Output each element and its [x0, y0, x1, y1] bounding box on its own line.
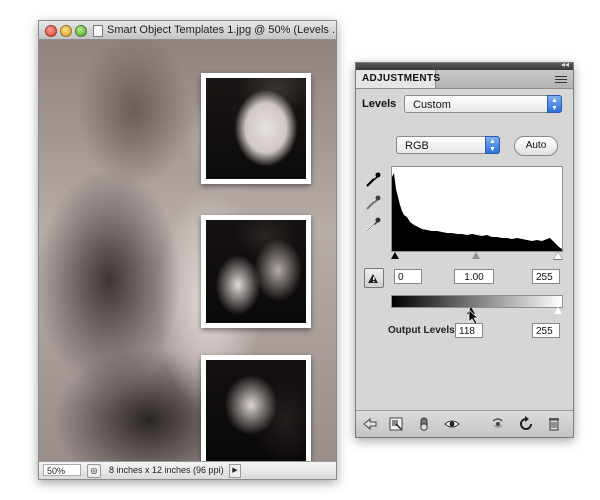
channel-select-value: RGB [405, 140, 429, 152]
collapse-panel-icon[interactable]: ◂◂ [561, 60, 569, 69]
tab-adjustments[interactable]: ADJUSTMENTS [356, 70, 440, 88]
document-statusbar: 50% ◎ 8 inches x 12 inches (96 ppi) ▶ [39, 461, 336, 479]
input-white-slider[interactable] [554, 252, 562, 259]
input-black-slider[interactable] [391, 252, 399, 259]
expanded-view-icon[interactable] [388, 416, 404, 432]
output-gradient-bar [391, 295, 563, 308]
black-point-eyedropper-icon[interactable] [364, 171, 382, 189]
input-black-field[interactable]: 0 [394, 269, 422, 284]
close-window-button[interactable] [45, 25, 57, 37]
reset-icon[interactable] [518, 416, 534, 432]
chevron-up-down-icon: ▲ ▼ [547, 95, 562, 113]
photo-frame-middle[interactable] [201, 215, 311, 328]
zoom-level-field[interactable]: 50% [43, 464, 81, 476]
levels-label: Levels [362, 98, 397, 110]
photo-couple-closeup [206, 220, 306, 323]
preset-select-value: Custom [413, 99, 451, 111]
preset-select[interactable]: Custom ▲ ▼ [404, 95, 562, 113]
output-white-slider[interactable] [554, 307, 562, 314]
zoom-window-button[interactable] [75, 25, 87, 37]
status-info-button[interactable]: ◎ [87, 464, 101, 478]
photo-frame-bottom[interactable] [201, 355, 311, 461]
panel-top-strip[interactable]: ◂◂ [356, 60, 573, 70]
adjustments-panel: ◂◂ ADJUSTMENTS Levels Custom ▲ ▼ RGB ▲ ▼ A… [355, 60, 574, 438]
input-gamma-slider[interactable] [472, 252, 480, 259]
photo-hands [206, 360, 306, 461]
histogram [391, 166, 563, 252]
output-white-field[interactable]: 255 [532, 323, 560, 338]
clipping-warning-icon[interactable] [364, 268, 384, 288]
input-gamma-field[interactable]: 1.00 [454, 269, 494, 284]
input-white-field[interactable]: 255 [532, 269, 560, 284]
document-info-text: 8 inches x 12 inches (96 ppi) [109, 465, 224, 475]
eye-icon[interactable] [444, 416, 460, 432]
photo-bride-profile [206, 78, 306, 179]
clip-to-layer-icon[interactable] [416, 416, 432, 432]
document-title: Smart Object Templates 1.jpg @ 50% (Leve… [107, 24, 336, 36]
back-arrow-icon[interactable] [362, 416, 378, 432]
status-menu-arrow-icon[interactable]: ▶ [229, 464, 241, 478]
output-black-field[interactable]: 118 [455, 323, 483, 338]
white-point-eyedropper-icon[interactable] [364, 216, 382, 234]
document-window[interactable]: Smart Object Templates 1.jpg @ 50% (Leve… [38, 20, 337, 480]
minimize-window-button[interactable] [60, 25, 72, 37]
output-levels-label: Output Levels: [388, 325, 459, 336]
panel-tabbar: ADJUSTMENTS [356, 70, 573, 89]
document-icon [93, 25, 103, 37]
chevron-up-down-icon: ▲ ▼ [485, 136, 500, 154]
document-titlebar[interactable]: Smart Object Templates 1.jpg @ 50% (Leve… [39, 21, 336, 40]
gray-point-eyedropper-icon[interactable] [364, 194, 382, 212]
panel-bottom-toolbar [356, 410, 573, 437]
trash-icon[interactable] [546, 416, 562, 432]
histogram-graph [392, 173, 562, 251]
channel-select[interactable]: RGB ▲ ▼ [396, 136, 500, 154]
document-canvas[interactable] [39, 40, 336, 461]
auto-button[interactable]: Auto [514, 136, 558, 156]
view-previous-state-icon[interactable] [490, 416, 506, 432]
photo-frame-top[interactable] [201, 73, 311, 184]
panel-menu-icon[interactable] [555, 74, 567, 84]
